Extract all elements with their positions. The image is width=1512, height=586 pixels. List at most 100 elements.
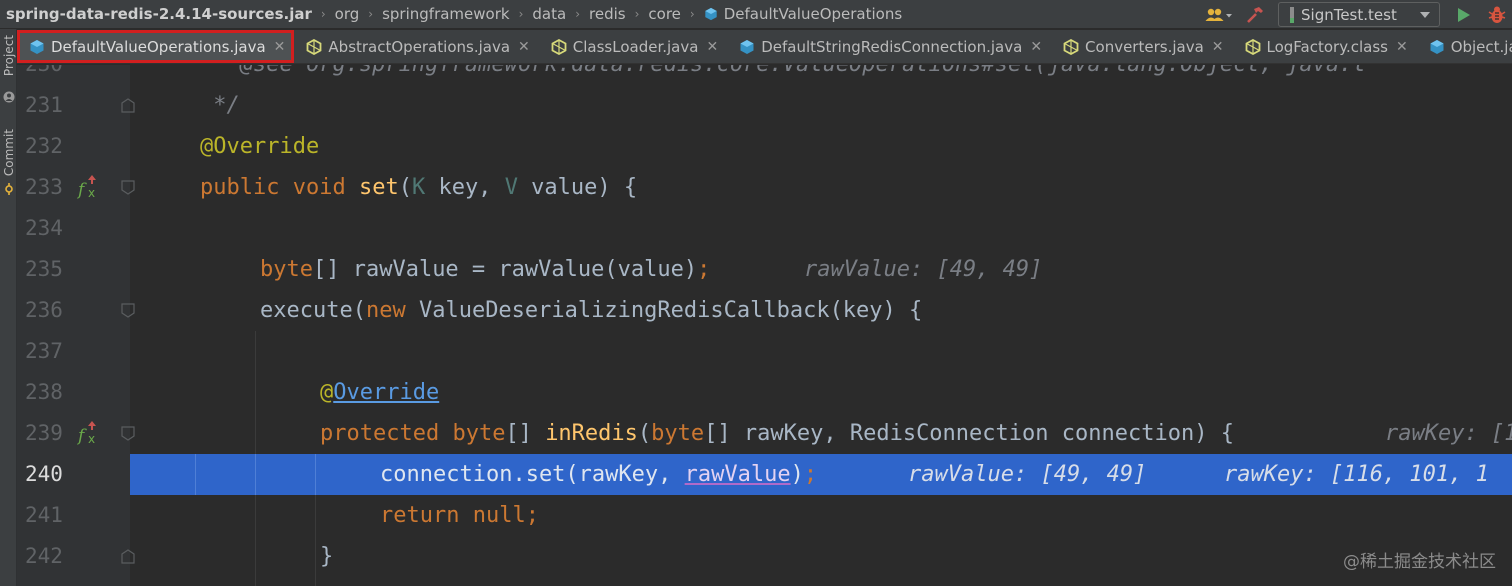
annotation-link[interactable]: Override: [333, 380, 439, 405]
variable-reference[interactable]: rawValue: [685, 462, 791, 487]
chevron-right-icon: ›: [575, 7, 580, 21]
statement: return null;: [380, 495, 539, 536]
fold-marker-icon[interactable]: [121, 303, 135, 318]
tab-class-loader[interactable]: ClassLoader.java ✕: [539, 30, 727, 63]
run-icon[interactable]: [1446, 0, 1482, 29]
method-call: execute(: [260, 298, 366, 323]
code-line: 235 byte[] rawValue = rawValue(value); r…: [17, 249, 1512, 290]
project-tool-tab[interactable]: Project: [0, 35, 17, 76]
fold-marker-icon[interactable]: [121, 549, 135, 564]
close-icon[interactable]: ✕: [1396, 39, 1408, 55]
code-line: 237: [17, 331, 1512, 372]
tab-label: LogFactory.class: [1266, 37, 1388, 56]
tab-label: Object.java: [1450, 37, 1512, 56]
close-icon[interactable]: ✕: [274, 39, 286, 55]
code-line: 230 * @see org.springframework.data.redi…: [17, 65, 1512, 85]
run-configuration-select[interactable]: SignTest.test: [1278, 2, 1440, 27]
chevron-right-icon: ›: [689, 7, 695, 21]
current-execution-line: 240 connection.set(rawKey, rawValue); ra…: [17, 454, 1512, 495]
tab-default-string-redis-connection[interactable]: DefaultStringRedisConnection.java ✕: [727, 30, 1051, 63]
tab-default-value-operations[interactable]: DefaultValueOperations.java ✕: [17, 30, 295, 63]
semicolon: ;: [525, 503, 539, 528]
tab-object[interactable]: Object.java ✕: [1417, 30, 1512, 63]
breadcrumb-springframework[interactable]: springframework: [382, 5, 509, 23]
svg-text:x: x: [88, 186, 95, 200]
chevron-right-icon: ›: [368, 7, 374, 21]
editor-tabs: DefaultValueOperations.java ✕ AbstractOp…: [17, 30, 1512, 64]
breadcrumb-jar[interactable]: spring-data-redis-2.4.14-sources.jar: [6, 5, 312, 23]
fold-marker-icon[interactable]: [121, 426, 135, 441]
line-number: 235: [25, 257, 63, 281]
tab-log-factory[interactable]: LogFactory.class ✕: [1233, 30, 1417, 63]
keyword: byte: [651, 421, 705, 446]
implements-method-icon[interactable]: f x: [77, 419, 103, 447]
line-number: 242: [25, 544, 63, 568]
closing-brace: }: [320, 544, 334, 569]
line-number: 237: [25, 339, 63, 363]
close-icon[interactable]: ✕: [1030, 39, 1042, 55]
annotation-override: @Override: [320, 372, 439, 413]
params: [] rawKey, RedisConnection connection) {: [704, 421, 1234, 446]
abstract-class-icon: [551, 38, 567, 55]
code-line: 231 */: [17, 85, 1512, 126]
test-icon: [1290, 6, 1294, 23]
chevron-right-icon: ›: [634, 7, 640, 21]
method-signature: protected byte[] inRedis(byte[] rawKey, …: [320, 413, 1234, 454]
expression: [] rawValue = rawValue(value): [312, 257, 698, 282]
code-line: 233 f x public void set(K key, V value) …: [17, 167, 1512, 208]
statement: execute(new ValueDeserializingRedisCallb…: [260, 290, 922, 331]
keyword: byte: [260, 257, 313, 282]
punctuation: (: [637, 421, 652, 446]
line-number: 236: [25, 298, 63, 322]
line-number: 234: [25, 216, 63, 240]
commit-icon: [0, 183, 17, 195]
type-param: V: [504, 175, 518, 200]
code-line: 232 @Override: [17, 126, 1512, 167]
interface-icon: [1430, 39, 1444, 54]
chevron-right-icon: ›: [320, 7, 326, 21]
code-line: 239 f x protected byte[] inRedis(byte[] …: [17, 413, 1512, 454]
commit-tool-tab[interactable]: Commit: [0, 129, 17, 176]
keyword: return null: [380, 503, 526, 528]
semicolon: ;: [697, 257, 711, 282]
breadcrumb-class[interactable]: DefaultValueOperations: [724, 5, 902, 23]
param: key,: [425, 175, 505, 200]
code-line: 241 return null;: [17, 495, 1512, 536]
breadcrumb-core[interactable]: core: [648, 5, 681, 23]
inline-debug-value: rawKey: [116, 101, 1: [1224, 462, 1489, 487]
tab-label: AbstractOperations.java: [328, 37, 511, 56]
code-line: 238 @Override: [17, 372, 1512, 413]
fold-marker-icon[interactable]: [121, 98, 135, 113]
breadcrumb-data[interactable]: data: [532, 5, 566, 23]
fold-marker-icon[interactable]: [121, 180, 135, 195]
close-icon[interactable]: ✕: [1212, 39, 1224, 55]
comment-end: */: [200, 93, 240, 118]
interface-icon: [30, 39, 44, 54]
code-editor[interactable]: 230 * @see org.springframework.data.redi…: [17, 65, 1512, 586]
keyword: new: [365, 298, 406, 323]
line-number: 239: [25, 421, 63, 445]
debug-icon[interactable]: [1482, 0, 1512, 29]
avatar-icon[interactable]: [0, 91, 17, 103]
people-icon[interactable]: [1200, 0, 1238, 29]
line-number: 240: [25, 462, 63, 486]
line-number: 238: [25, 380, 63, 404]
punctuation: []: [505, 421, 546, 446]
close-icon[interactable]: ✕: [518, 39, 530, 55]
breadcrumb-org[interactable]: org: [335, 5, 360, 23]
tab-converters[interactable]: Converters.java ✕: [1051, 30, 1232, 63]
hammer-icon[interactable]: [1238, 0, 1272, 29]
abstract-class-icon: [1245, 38, 1260, 55]
run-configuration-label: SignTest.test: [1301, 5, 1397, 24]
tool-window-strip: Project Commit: [0, 29, 17, 586]
indent-guide: [255, 454, 256, 495]
close-icon[interactable]: ✕: [706, 39, 718, 55]
code-line: 234: [17, 208, 1512, 249]
abstract-class-icon: [307, 38, 322, 55]
tab-abstract-operations[interactable]: AbstractOperations.java ✕: [294, 30, 538, 63]
param: value) {: [517, 175, 638, 200]
implements-method-icon[interactable]: f x: [77, 173, 103, 201]
statement: connection.set(rawKey, rawValue);: [380, 454, 817, 495]
breadcrumb-redis[interactable]: redis: [589, 5, 626, 23]
line-number: 232: [25, 134, 63, 158]
